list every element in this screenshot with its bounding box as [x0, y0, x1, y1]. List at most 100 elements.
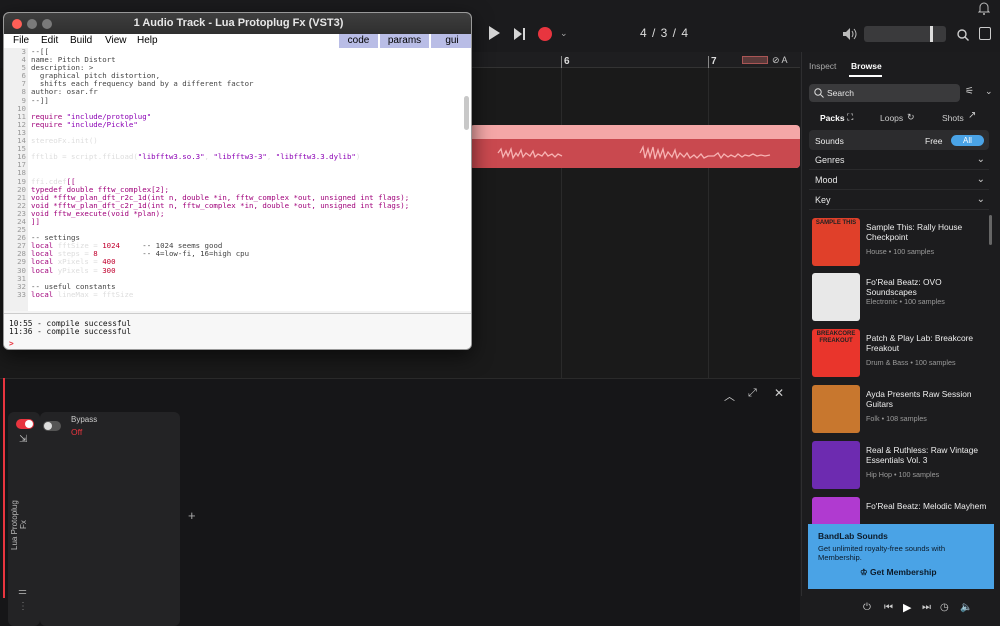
pack-title: Fo'Real Beatz: OVO Soundscapes	[866, 277, 942, 297]
get-membership-label: Get Membership	[869, 567, 937, 577]
add-fx-button[interactable]: +	[188, 508, 196, 523]
chevron-down-icon: ⌄	[976, 194, 985, 205]
pack-title: Patch & Play Lab: Breakcore Freakout	[866, 333, 974, 353]
promo-text: Get unlimited royalty-free sounds with M…	[818, 544, 946, 562]
panel-icon[interactable]	[979, 27, 991, 40]
chevron-down-icon: ⌄	[976, 174, 985, 185]
volume-slider-handle[interactable]	[930, 26, 933, 42]
console-prompt[interactable]: >	[9, 340, 14, 348]
pack-subtitle: House • 100 samples	[866, 247, 935, 256]
pack-cover	[812, 385, 860, 433]
tab-code[interactable]: code	[338, 34, 378, 48]
search-placeholder: Search	[827, 88, 854, 98]
code-editor[interactable]: 3 4 5 6 7 8 9 10 11 12 13 14 15 16 17 18 19 20 21 22 23 24 25 2…	[4, 48, 471, 311]
plugin-menu-bar: File Edit Build View Help code params gu…	[4, 34, 471, 48]
pack-title: Sample This: Rally House Checkpoint	[866, 222, 963, 242]
pack-subtitle: Hip Hop • 100 samples	[866, 470, 940, 479]
expand-icon[interactable]: ⤢	[748, 387, 757, 400]
play-icon[interactable]	[488, 26, 500, 45]
pack-cover: BREAKCORE FREAKOUT	[812, 329, 860, 377]
menu-build[interactable]: Build	[70, 35, 92, 46]
pack-subtitle: Electronic • 100 samples	[866, 297, 945, 306]
fx-enable-toggle[interactable]	[16, 419, 34, 429]
preview-controls: ⏻ ⏮ ▶ ⏭ ◷ 🔈	[801, 596, 1000, 626]
mood-dropdown[interactable]: Mood ⌄	[809, 170, 989, 190]
close-window-button[interactable]	[12, 19, 22, 29]
pack-item[interactable]: Fo'Real Beatz: OVO Soundscapes Electroni…	[812, 273, 990, 323]
plugin-window-title[interactable]: 1 Audio Track - Lua Protoplug Fx (VST3)	[4, 13, 471, 34]
tab-browse[interactable]: Browse	[851, 61, 882, 71]
pack-item[interactable]: Ayda Presents Raw Session Guitars Folk •…	[812, 385, 990, 435]
grid-line	[708, 68, 709, 378]
compile-console[interactable]: 10:55 - compile successful 11:36 - compi…	[4, 313, 471, 349]
all-filter[interactable]: All	[951, 135, 984, 146]
tab-params[interactable]: params	[379, 34, 429, 48]
tab-underline	[849, 75, 882, 77]
plugin-window: 1 Audio Track - Lua Protoplug Fx (VST3) …	[3, 12, 472, 350]
fx-drag-icon[interactable]: ⋮	[18, 601, 28, 612]
track-color-bar	[3, 378, 5, 598]
chevron-down-icon[interactable]: ⌄	[985, 86, 993, 97]
filter-shots[interactable]: Shots	[942, 113, 964, 123]
line-number: 33	[17, 289, 26, 299]
loop-region-marker[interactable]	[742, 56, 768, 64]
snap-icon[interactable]: ⊘ A	[772, 55, 788, 66]
play-icon[interactable]: ▶	[903, 601, 911, 614]
filter-icon[interactable]: ⚟	[965, 86, 974, 97]
pack-title: Fo'Real Beatz: Melodic Mayhem	[866, 501, 987, 511]
tab-gui[interactable]: gui	[430, 34, 471, 48]
shots-icon: ↗	[968, 110, 977, 121]
audio-clip-waveform[interactable]	[470, 139, 800, 168]
pack-item[interactable]: SAMPLE THIS Sample This: Rally House Che…	[812, 218, 990, 268]
search-icon[interactable]	[957, 28, 969, 46]
collapse-icon[interactable]: ︿	[724, 388, 735, 404]
menu-edit[interactable]: Edit	[41, 35, 58, 46]
packs-icon: ⛶	[847, 112, 854, 122]
ruler-mark: 6	[561, 56, 570, 68]
genres-label: Genres	[815, 155, 845, 165]
bypass-toggle[interactable]	[43, 421, 61, 431]
skip-back-icon[interactable]: ⏮	[884, 602, 893, 613]
code-text[interactable]: --[[ name: Pitch Distort description: > …	[31, 48, 461, 299]
tab-inspect[interactable]: Inspect	[809, 61, 836, 71]
filter-packs[interactable]: Packs	[820, 113, 845, 123]
metronome-icon[interactable]: ◷	[940, 602, 949, 613]
pack-subtitle: Drum & Bass • 100 samples	[866, 358, 956, 367]
chevron-down-icon[interactable]: ⌄	[560, 28, 568, 39]
bell-icon[interactable]	[977, 2, 991, 20]
menu-file[interactable]: File	[13, 35, 29, 46]
loop-icon[interactable]: ⏻	[863, 602, 871, 613]
menu-view[interactable]: View	[105, 35, 127, 46]
sounds-label: Sounds	[815, 136, 844, 146]
menu-help[interactable]: Help	[137, 35, 158, 46]
volume-icon[interactable]	[843, 27, 857, 45]
line-number-gutter: 3 4 5 6 7 8 9 10 11 12 13 14 15 16 17 18 19 20 21 22 23 24 25 2…	[4, 48, 28, 311]
pack-cover: SAMPLE THIS	[812, 218, 860, 266]
pack-item[interactable]: BREAKCORE FREAKOUT Patch & Play Lab: Bre…	[812, 329, 990, 379]
skip-forward-icon[interactable]: ⏭	[922, 602, 931, 613]
search-input[interactable]: Search	[809, 84, 960, 102]
key-dropdown[interactable]: Key ⌄	[809, 190, 989, 210]
free-filter[interactable]: Free	[925, 136, 942, 146]
filter-loops[interactable]: Loops	[880, 113, 903, 123]
fx-arrow-icon[interactable]: ⇲	[19, 434, 27, 445]
zoom-window-button[interactable]	[42, 19, 52, 29]
skip-forward-icon[interactable]	[514, 27, 526, 45]
mood-label: Mood	[815, 175, 838, 185]
volume-icon[interactable]: 🔈	[960, 602, 972, 613]
close-icon[interactable]: ✕	[774, 386, 784, 400]
code-scrollbar[interactable]	[464, 96, 469, 130]
record-icon[interactable]	[538, 27, 552, 41]
pack-item[interactable]: Real & Ruthless: Raw Vintage Essentials …	[812, 441, 990, 491]
genres-dropdown[interactable]: Genres ⌄	[809, 150, 989, 170]
volume-slider[interactable]	[864, 26, 946, 42]
minimize-window-button[interactable]	[27, 19, 37, 29]
fx-settings-icon[interactable]: ⚌	[18, 586, 27, 597]
get-membership-button[interactable]: ♔ Get Membership	[860, 567, 937, 578]
fx-plugin-name: Lua Protoplug Fx	[10, 500, 28, 550]
pack-cover	[812, 273, 860, 321]
console-line: 11:36 - compile successful	[9, 327, 132, 336]
promo-title: BandLab Sounds	[818, 531, 888, 541]
grid-line	[561, 68, 562, 378]
pack-title: Real & Ruthless: Raw Vintage Essentials …	[866, 445, 979, 465]
